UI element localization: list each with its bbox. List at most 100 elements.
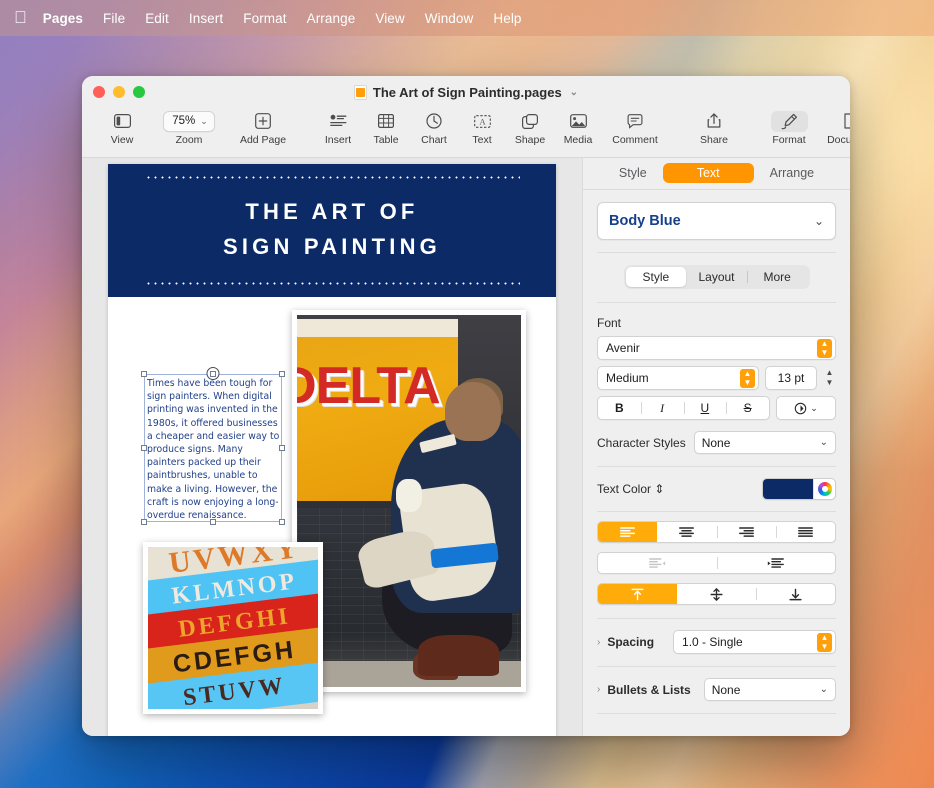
disclosure-triangle-icon[interactable]: › — [597, 637, 600, 648]
font-size-value: 13 pt — [778, 371, 805, 385]
insert-icon — [330, 110, 347, 132]
align-right-icon — [739, 527, 754, 538]
menu-item-help[interactable]: Help — [483, 11, 531, 26]
font-style-row: B I U S ⌄ — [597, 396, 836, 420]
toolbar-insert-button[interactable]: Insert — [316, 108, 360, 146]
minimize-button[interactable] — [113, 86, 125, 98]
color-wheel-button[interactable] — [813, 479, 835, 499]
sidebar-icon — [114, 110, 131, 132]
text-box-content[interactable]: Times have been tough for sign painters.… — [147, 377, 280, 522]
bullets-lists-label: Bullets & Lists — [607, 683, 690, 697]
maximize-button[interactable] — [133, 86, 145, 98]
toolbar-document-button[interactable]: Document — [820, 108, 850, 146]
subtab-style[interactable]: Style — [626, 267, 687, 287]
resize-handle-top-left[interactable] — [141, 371, 147, 377]
toolbar-zoom-label: Zoom — [176, 134, 203, 146]
zoom-popup-button[interactable]: 75% ⌄ — [163, 111, 215, 132]
apple-logo-icon[interactable]:  — [14, 9, 27, 28]
paragraph-style-popup[interactable]: Body Blue ⌄ — [597, 202, 836, 240]
divider — [597, 511, 836, 512]
stepper-icon[interactable]: ▲▼ — [817, 633, 832, 652]
sign-painter-delta-photo[interactable]: DELTA — [292, 310, 526, 692]
document-title[interactable]: The Art of Sign Painting.pages ⌄ — [354, 85, 578, 100]
toolbar-text-button[interactable]: A Text — [460, 108, 504, 146]
underline-button[interactable]: U — [684, 397, 727, 419]
tab-style[interactable]: Style — [603, 163, 663, 183]
toolbar-media-button[interactable]: Media — [556, 108, 600, 146]
font-weight-popup[interactable]: Medium ▲▼ — [597, 366, 759, 390]
chevron-down-icon[interactable]: ⌄ — [570, 87, 578, 98]
spacing-popup[interactable]: 1.0 - Single ▲▼ — [673, 630, 836, 654]
resize-handle-bottom-left[interactable] — [141, 519, 147, 525]
bullets-lists-popup[interactable]: None ⌄ — [704, 678, 836, 701]
tab-arrange[interactable]: Arrange — [754, 163, 830, 183]
toolbar-comment-button[interactable]: Comment — [604, 108, 666, 146]
font-size-stepper[interactable]: ▲▼ — [823, 367, 836, 389]
font-family-value: Avenir — [606, 341, 640, 355]
photo-painter-shoe — [418, 635, 499, 676]
toolbar-shape-button[interactable]: Shape — [508, 108, 552, 146]
align-center-button[interactable] — [657, 522, 716, 542]
resize-handle-bottom-center[interactable] — [210, 519, 216, 525]
text-box-icon: A — [474, 110, 491, 132]
document-page[interactable]: THE ART OF SIGN PAINTING DELTA — [108, 164, 556, 736]
toolbar-add-page-button[interactable]: Add Page — [232, 108, 294, 146]
text-color-well[interactable] — [762, 478, 836, 500]
stepper-icon[interactable]: ▲▼ — [740, 369, 755, 388]
menu-item-file[interactable]: File — [93, 11, 135, 26]
divider — [597, 302, 836, 303]
toolbar-format-label: Format — [772, 134, 805, 146]
menu-item-format[interactable]: Format — [233, 11, 296, 26]
align-justify-button[interactable] — [776, 522, 835, 542]
menu-item-pages[interactable]: Pages — [43, 11, 93, 26]
toolbar-view-button[interactable]: View — [100, 108, 144, 146]
divider — [597, 713, 836, 714]
toolbar-chart-button[interactable]: Chart — [412, 108, 456, 146]
font-section-label: Font — [597, 316, 836, 330]
stepper-icon[interactable]: ▲▼ — [817, 339, 832, 358]
align-bottom-button[interactable] — [756, 584, 835, 604]
align-center-icon — [679, 527, 694, 538]
resize-handle-middle-left[interactable] — [141, 445, 147, 451]
align-top-button[interactable] — [598, 584, 677, 604]
toolbar-zoom-control[interactable]: 75% ⌄ Zoom — [158, 108, 220, 146]
menu-item-insert[interactable]: Insert — [179, 11, 233, 26]
menu-item-arrange[interactable]: Arrange — [297, 11, 366, 26]
toolbar-share-button[interactable]: Share — [686, 108, 742, 146]
menu-item-view[interactable]: View — [365, 11, 414, 26]
close-button[interactable] — [93, 86, 105, 98]
menu-item-window[interactable]: Window — [415, 11, 484, 26]
underline-label: U — [701, 401, 710, 415]
updown-icon[interactable]: ⇕ — [654, 482, 664, 496]
strikethrough-button[interactable]: S — [726, 397, 769, 419]
subtab-layout[interactable]: Layout — [686, 267, 747, 287]
font-size-field[interactable]: 13 pt — [765, 366, 817, 390]
resize-handle-middle-right[interactable] — [279, 445, 285, 451]
alphabet-sign-photo[interactable]: UVWXY KLMNOP DEFGHI CDEFGH STUVW — [143, 542, 323, 714]
character-styles-popup[interactable]: None ⌄ — [694, 431, 836, 454]
align-left-button[interactable] — [598, 522, 657, 542]
toolbar-format-button[interactable]: Format — [760, 108, 818, 146]
font-options-gear-button[interactable]: ⌄ — [776, 396, 836, 420]
menu-item-edit[interactable]: Edit — [135, 11, 179, 26]
text-color-swatch[interactable] — [763, 479, 813, 499]
resize-handle-top-right[interactable] — [279, 371, 285, 377]
tab-text[interactable]: Text — [663, 163, 754, 183]
svg-text:A: A — [479, 117, 485, 126]
increase-indent-button[interactable] — [717, 553, 836, 573]
bold-button[interactable]: B — [598, 397, 641, 419]
font-family-popup[interactable]: Avenir ▲▼ — [597, 336, 836, 360]
decrease-indent-button[interactable] — [598, 553, 717, 573]
align-middle-button[interactable] — [677, 584, 756, 604]
selected-text-box[interactable]: Times have been tough for sign painters.… — [144, 374, 282, 522]
toolbar-table-button[interactable]: Table — [364, 108, 408, 146]
italic-button[interactable]: I — [641, 397, 684, 419]
align-right-button[interactable] — [717, 522, 776, 542]
resize-handle-bottom-right[interactable] — [279, 519, 285, 525]
resize-handle-top-center[interactable] — [210, 371, 216, 377]
align-top-icon — [631, 588, 644, 601]
subtab-more[interactable]: More — [747, 267, 808, 287]
document-canvas[interactable]: THE ART OF SIGN PAINTING DELTA — [82, 158, 582, 736]
toolbar-media-label: Media — [564, 134, 593, 146]
disclosure-triangle-icon[interactable]: › — [597, 684, 600, 695]
